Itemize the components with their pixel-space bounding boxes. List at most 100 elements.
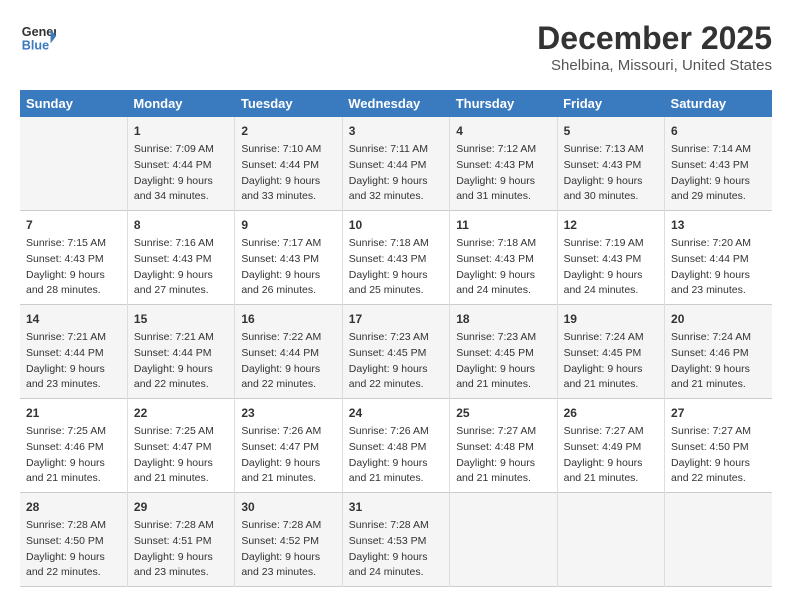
calendar-cell: 29Sunrise: 7:28 AMSunset: 4:51 PMDayligh… (127, 493, 234, 587)
calendar-cell: 18 Sunrise: 7:23 AMSunset: 4:45 PMDayligh… (450, 305, 557, 399)
calendar-cell: 2 Sunrise: 7:10 AMSunset: 4:44 PMDaylight… (235, 117, 342, 211)
calendar-cell: 17 Sunrise: 7:23 AMSunset: 4:45 PMDayligh… (342, 305, 449, 399)
page-header: General Blue December 2025 Shelbina, Mis… (20, 20, 772, 74)
cell-info: Sunrise: 7:15 AMSunset: 4:43 PMDaylight:… (26, 236, 121, 299)
cell-info: Sunrise: 7:13 AMSunset: 4:43 PMDaylight:… (564, 142, 658, 205)
calendar-cell: 28 Sunrise: 7:28 AMSunset: 4:50 PMDayligh… (20, 493, 127, 587)
day-number: 25 (456, 404, 550, 422)
day-number: 18 (456, 310, 550, 328)
calendar-cell: 3 Sunrise: 7:11 AMSunset: 4:44 PMDaylight… (342, 117, 449, 211)
cell-info: Sunrise: 7:28 AMSunset: 4:52 PMDaylight:… (241, 518, 335, 581)
day-number: 8 (134, 216, 228, 234)
cell-info: Sunrise: 7:22 AMSunset: 4:44 PMDaylight:… (241, 330, 335, 393)
title-block: December 2025 Shelbina, Missouri, United… (537, 20, 772, 74)
cell-info: Sunrise: 7:27 AMSunset: 4:50 PMDaylight:… (671, 424, 766, 487)
cell-info: Sunrise: 7:21 AMSunset: 4:44 PMDaylight:… (26, 330, 121, 393)
cell-info: Sunrise: 7:19 AMSunset: 4:43 PMDaylight:… (564, 236, 658, 299)
cell-info: Sunrise: 7:24 AMSunset: 4:45 PMDaylight:… (564, 330, 658, 393)
calendar-cell: 11Sunrise: 7:18 AMSunset: 4:43 PMDayligh… (450, 211, 557, 305)
day-number: 20 (671, 310, 766, 328)
cell-info: Sunrise: 7:27 AMSunset: 4:49 PMDaylight:… (564, 424, 658, 487)
calendar-cell: 21Sunrise: 7:25 AMSunset: 4:46 PMDayligh… (20, 399, 127, 493)
cell-info: Sunrise: 7:14 AMSunset: 4:43 PMDaylight:… (671, 142, 766, 205)
day-number: 5 (564, 122, 658, 140)
cell-info: Sunrise: 7:12 AMSunset: 4:43 PMDaylight:… (456, 142, 550, 205)
calendar-cell: 27 Sunrise: 7:27 AMSunset: 4:50 PMDayligh… (665, 399, 772, 493)
calendar-cell: 6 Sunrise: 7:14 AMSunset: 4:43 PMDaylight… (665, 117, 772, 211)
day-number: 13 (671, 216, 766, 234)
day-number: 15 (134, 310, 228, 328)
cell-info: Sunrise: 7:21 AMSunset: 4:44 PMDaylight:… (134, 330, 228, 393)
cell-info: Sunrise: 7:26 AMSunset: 4:47 PMDaylight:… (241, 424, 335, 487)
week-row-3: 14 Sunrise: 7:21 AMSunset: 4:44 PMDayligh… (20, 305, 772, 399)
cell-info: Sunrise: 7:20 AMSunset: 4:44 PMDaylight:… (671, 236, 766, 299)
day-number: 9 (241, 216, 335, 234)
calendar-cell: 15 Sunrise: 7:21 AMSunset: 4:44 PMDayligh… (127, 305, 234, 399)
cell-info: Sunrise: 7:16 AMSunset: 4:43 PMDaylight:… (134, 236, 228, 299)
calendar-cell: 30 Sunrise: 7:28 AMSunset: 4:52 PMDayligh… (235, 493, 342, 587)
svg-text:Blue: Blue (22, 39, 49, 53)
week-row-1: 1 Sunrise: 7:09 AMSunset: 4:44 PMDaylight… (20, 117, 772, 211)
day-number: 16 (241, 310, 335, 328)
calendar-cell: 19 Sunrise: 7:24 AMSunset: 4:45 PMDayligh… (557, 305, 664, 399)
calendar-cell: 26 Sunrise: 7:27 AMSunset: 4:49 PMDayligh… (557, 399, 664, 493)
calendar-cell: 10 Sunrise: 7:18 AMSunset: 4:43 PMDayligh… (342, 211, 449, 305)
cell-info: Sunrise: 7:10 AMSunset: 4:44 PMDaylight:… (241, 142, 335, 205)
day-number: 14 (26, 310, 121, 328)
calendar-cell: 25 Sunrise: 7:27 AMSunset: 4:48 PMDayligh… (450, 399, 557, 493)
day-number: 1 (134, 122, 228, 140)
calendar-cell: 5 Sunrise: 7:13 AMSunset: 4:43 PMDaylight… (557, 117, 664, 211)
column-header-tuesday: Tuesday (235, 90, 342, 117)
calendar-cell: 13 Sunrise: 7:20 AMSunset: 4:44 PMDayligh… (665, 211, 772, 305)
cell-info: Sunrise: 7:17 AMSunset: 4:43 PMDaylight:… (241, 236, 335, 299)
calendar-cell: 22 Sunrise: 7:25 AMSunset: 4:47 PMDayligh… (127, 399, 234, 493)
cell-info: Sunrise: 7:28 AMSunset: 4:50 PMDaylight:… (26, 518, 121, 581)
column-header-thursday: Thursday (450, 90, 557, 117)
calendar-cell: 9 Sunrise: 7:17 AMSunset: 4:43 PMDaylight… (235, 211, 342, 305)
calendar-cell: 16 Sunrise: 7:22 AMSunset: 4:44 PMDayligh… (235, 305, 342, 399)
day-number: 3 (349, 122, 443, 140)
cell-info: Sunrise: 7:18 AMSunset: 4:43 PMDaylight:… (349, 236, 443, 299)
day-number: 2 (241, 122, 335, 140)
calendar-cell: 24Sunrise: 7:26 AMSunset: 4:48 PMDayligh… (342, 399, 449, 493)
cell-info: Sunrise: 7:27 AMSunset: 4:48 PMDaylight:… (456, 424, 550, 487)
column-header-friday: Friday (557, 90, 664, 117)
day-number: 26 (564, 404, 658, 422)
day-number: 6 (671, 122, 766, 140)
cell-info: Sunrise: 7:23 AMSunset: 4:45 PMDaylight:… (349, 330, 443, 393)
day-number: 11 (456, 216, 550, 234)
day-number: 17 (349, 310, 443, 328)
calendar-cell (450, 493, 557, 587)
day-number: 30 (241, 498, 335, 516)
cell-info: Sunrise: 7:11 AMSunset: 4:44 PMDaylight:… (349, 142, 443, 205)
day-number: 21 (26, 404, 121, 422)
cell-info: Sunrise: 7:28 AMSunset: 4:53 PMDaylight:… (349, 518, 443, 581)
column-header-saturday: Saturday (665, 90, 772, 117)
day-number: 23 (241, 404, 335, 422)
day-number: 28 (26, 498, 121, 516)
week-row-2: 7 Sunrise: 7:15 AMSunset: 4:43 PMDaylight… (20, 211, 772, 305)
week-row-4: 21Sunrise: 7:25 AMSunset: 4:46 PMDayligh… (20, 399, 772, 493)
location: Shelbina, Missouri, United States (537, 57, 772, 74)
logo-icon: General Blue (20, 20, 56, 56)
day-number: 24 (349, 404, 443, 422)
day-number: 27 (671, 404, 766, 422)
month-title: December 2025 (537, 20, 772, 57)
calendar-cell: 23 Sunrise: 7:26 AMSunset: 4:47 PMDayligh… (235, 399, 342, 493)
calendar-cell (20, 117, 127, 211)
day-number: 7 (26, 216, 121, 234)
day-number: 29 (134, 498, 228, 516)
calendar-table: SundayMondayTuesdayWednesdayThursdayFrid… (20, 90, 772, 587)
day-number: 10 (349, 216, 443, 234)
cell-info: Sunrise: 7:09 AMSunset: 4:44 PMDaylight:… (134, 142, 228, 205)
cell-info: Sunrise: 7:24 AMSunset: 4:46 PMDaylight:… (671, 330, 766, 393)
day-number: 4 (456, 122, 550, 140)
day-number: 22 (134, 404, 228, 422)
calendar-cell: 20 Sunrise: 7:24 AMSunset: 4:46 PMDayligh… (665, 305, 772, 399)
cell-info: Sunrise: 7:23 AMSunset: 4:45 PMDaylight:… (456, 330, 550, 393)
calendar-cell: 7 Sunrise: 7:15 AMSunset: 4:43 PMDaylight… (20, 211, 127, 305)
calendar-cell: 8 Sunrise: 7:16 AMSunset: 4:43 PMDaylight… (127, 211, 234, 305)
day-number: 19 (564, 310, 658, 328)
cell-info: Sunrise: 7:25 AMSunset: 4:47 PMDaylight:… (134, 424, 228, 487)
week-row-5: 28 Sunrise: 7:28 AMSunset: 4:50 PMDayligh… (20, 493, 772, 587)
